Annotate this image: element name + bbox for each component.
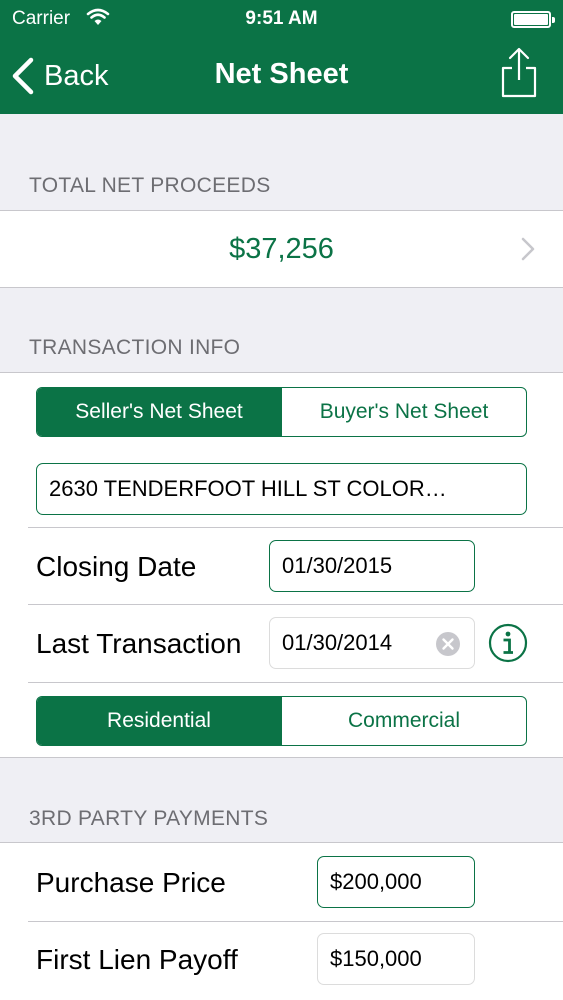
transaction-section-header: TRANSACTION INFO — [29, 336, 241, 359]
divider — [28, 527, 563, 528]
last-transaction-field[interactable]: 01/30/2014 — [269, 617, 475, 669]
clock: 9:51 AM — [245, 8, 318, 29]
seller-net-sheet-segment[interactable]: Seller's Net Sheet — [37, 388, 281, 436]
third-party-section-header: 3RD PARTY PAYMENTS — [29, 807, 269, 830]
proceeds-row[interactable]: $37,256 — [0, 210, 563, 288]
last-transaction-label: Last Transaction — [36, 628, 242, 659]
residential-segment[interactable]: Residential — [37, 697, 281, 745]
top-bar: Carrier 9:51 AM Back Net Sheet — [0, 0, 563, 114]
battery-icon — [511, 11, 555, 28]
first-lien-payoff-field[interactable]: $150,000 — [317, 933, 475, 985]
net-proceeds-value: $37,256 — [229, 233, 334, 265]
divider — [28, 682, 563, 683]
last-transaction-value: 01/30/2014 — [282, 630, 393, 655]
clear-icon[interactable] — [436, 632, 460, 656]
status-bar: Carrier 9:51 AM — [0, 0, 563, 40]
divider — [28, 604, 563, 605]
closing-date-field[interactable]: 01/30/2015 — [269, 540, 475, 592]
property-type-segmented-control: Residential Commercial — [36, 696, 527, 746]
closing-date-label: Closing Date — [36, 551, 197, 582]
commercial-segment[interactable]: Commercial — [281, 697, 526, 745]
navigation-bar: Back Net Sheet — [0, 40, 563, 114]
page-title: Net Sheet — [214, 58, 349, 90]
first-lien-payoff-label: First Lien Payoff — [36, 944, 238, 975]
address-field[interactable]: 2630 TENDERFOOT HILL ST COLOR… — [36, 463, 527, 515]
purchase-price-label: Purchase Price — [36, 867, 226, 898]
third-party-card: Purchase Price $200,000 First Lien Payof… — [0, 842, 563, 1000]
proceeds-section-header: TOTAL NET PROCEEDS — [29, 174, 271, 197]
share-icon[interactable] — [499, 46, 539, 98]
transaction-card: Seller's Net Sheet Buyer's Net Sheet 263… — [0, 372, 563, 758]
purchase-price-field[interactable]: $200,000 — [317, 856, 475, 908]
sheet-type-segmented-control: Seller's Net Sheet Buyer's Net Sheet — [36, 387, 527, 437]
info-icon[interactable] — [488, 623, 528, 663]
chevron-right-icon — [521, 237, 535, 261]
buyer-net-sheet-segment[interactable]: Buyer's Net Sheet — [281, 388, 526, 436]
divider — [28, 921, 563, 922]
